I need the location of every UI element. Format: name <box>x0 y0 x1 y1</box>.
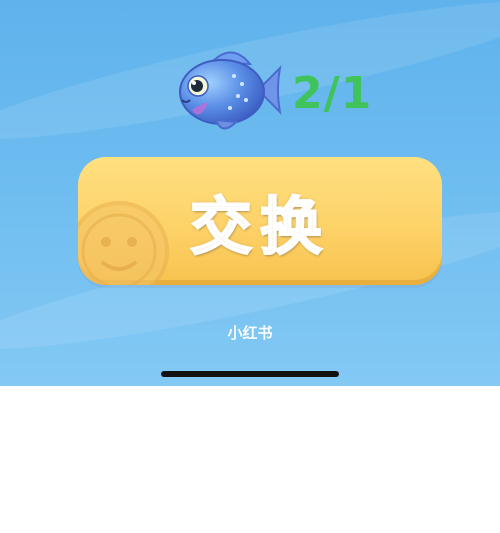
fish-count-label: 2/1 <box>292 68 373 119</box>
fish-icon <box>179 51 282 130</box>
home-indicator[interactable] <box>161 371 339 377</box>
blank-area <box>0 386 500 533</box>
exchange-button-label: 交换 <box>189 189 330 264</box>
watermark: 小红书 <box>227 324 273 342</box>
game-scene: 2/1 交换 小红书 <box>0 0 500 386</box>
exchange-button[interactable]: 交换 <box>78 157 442 285</box>
